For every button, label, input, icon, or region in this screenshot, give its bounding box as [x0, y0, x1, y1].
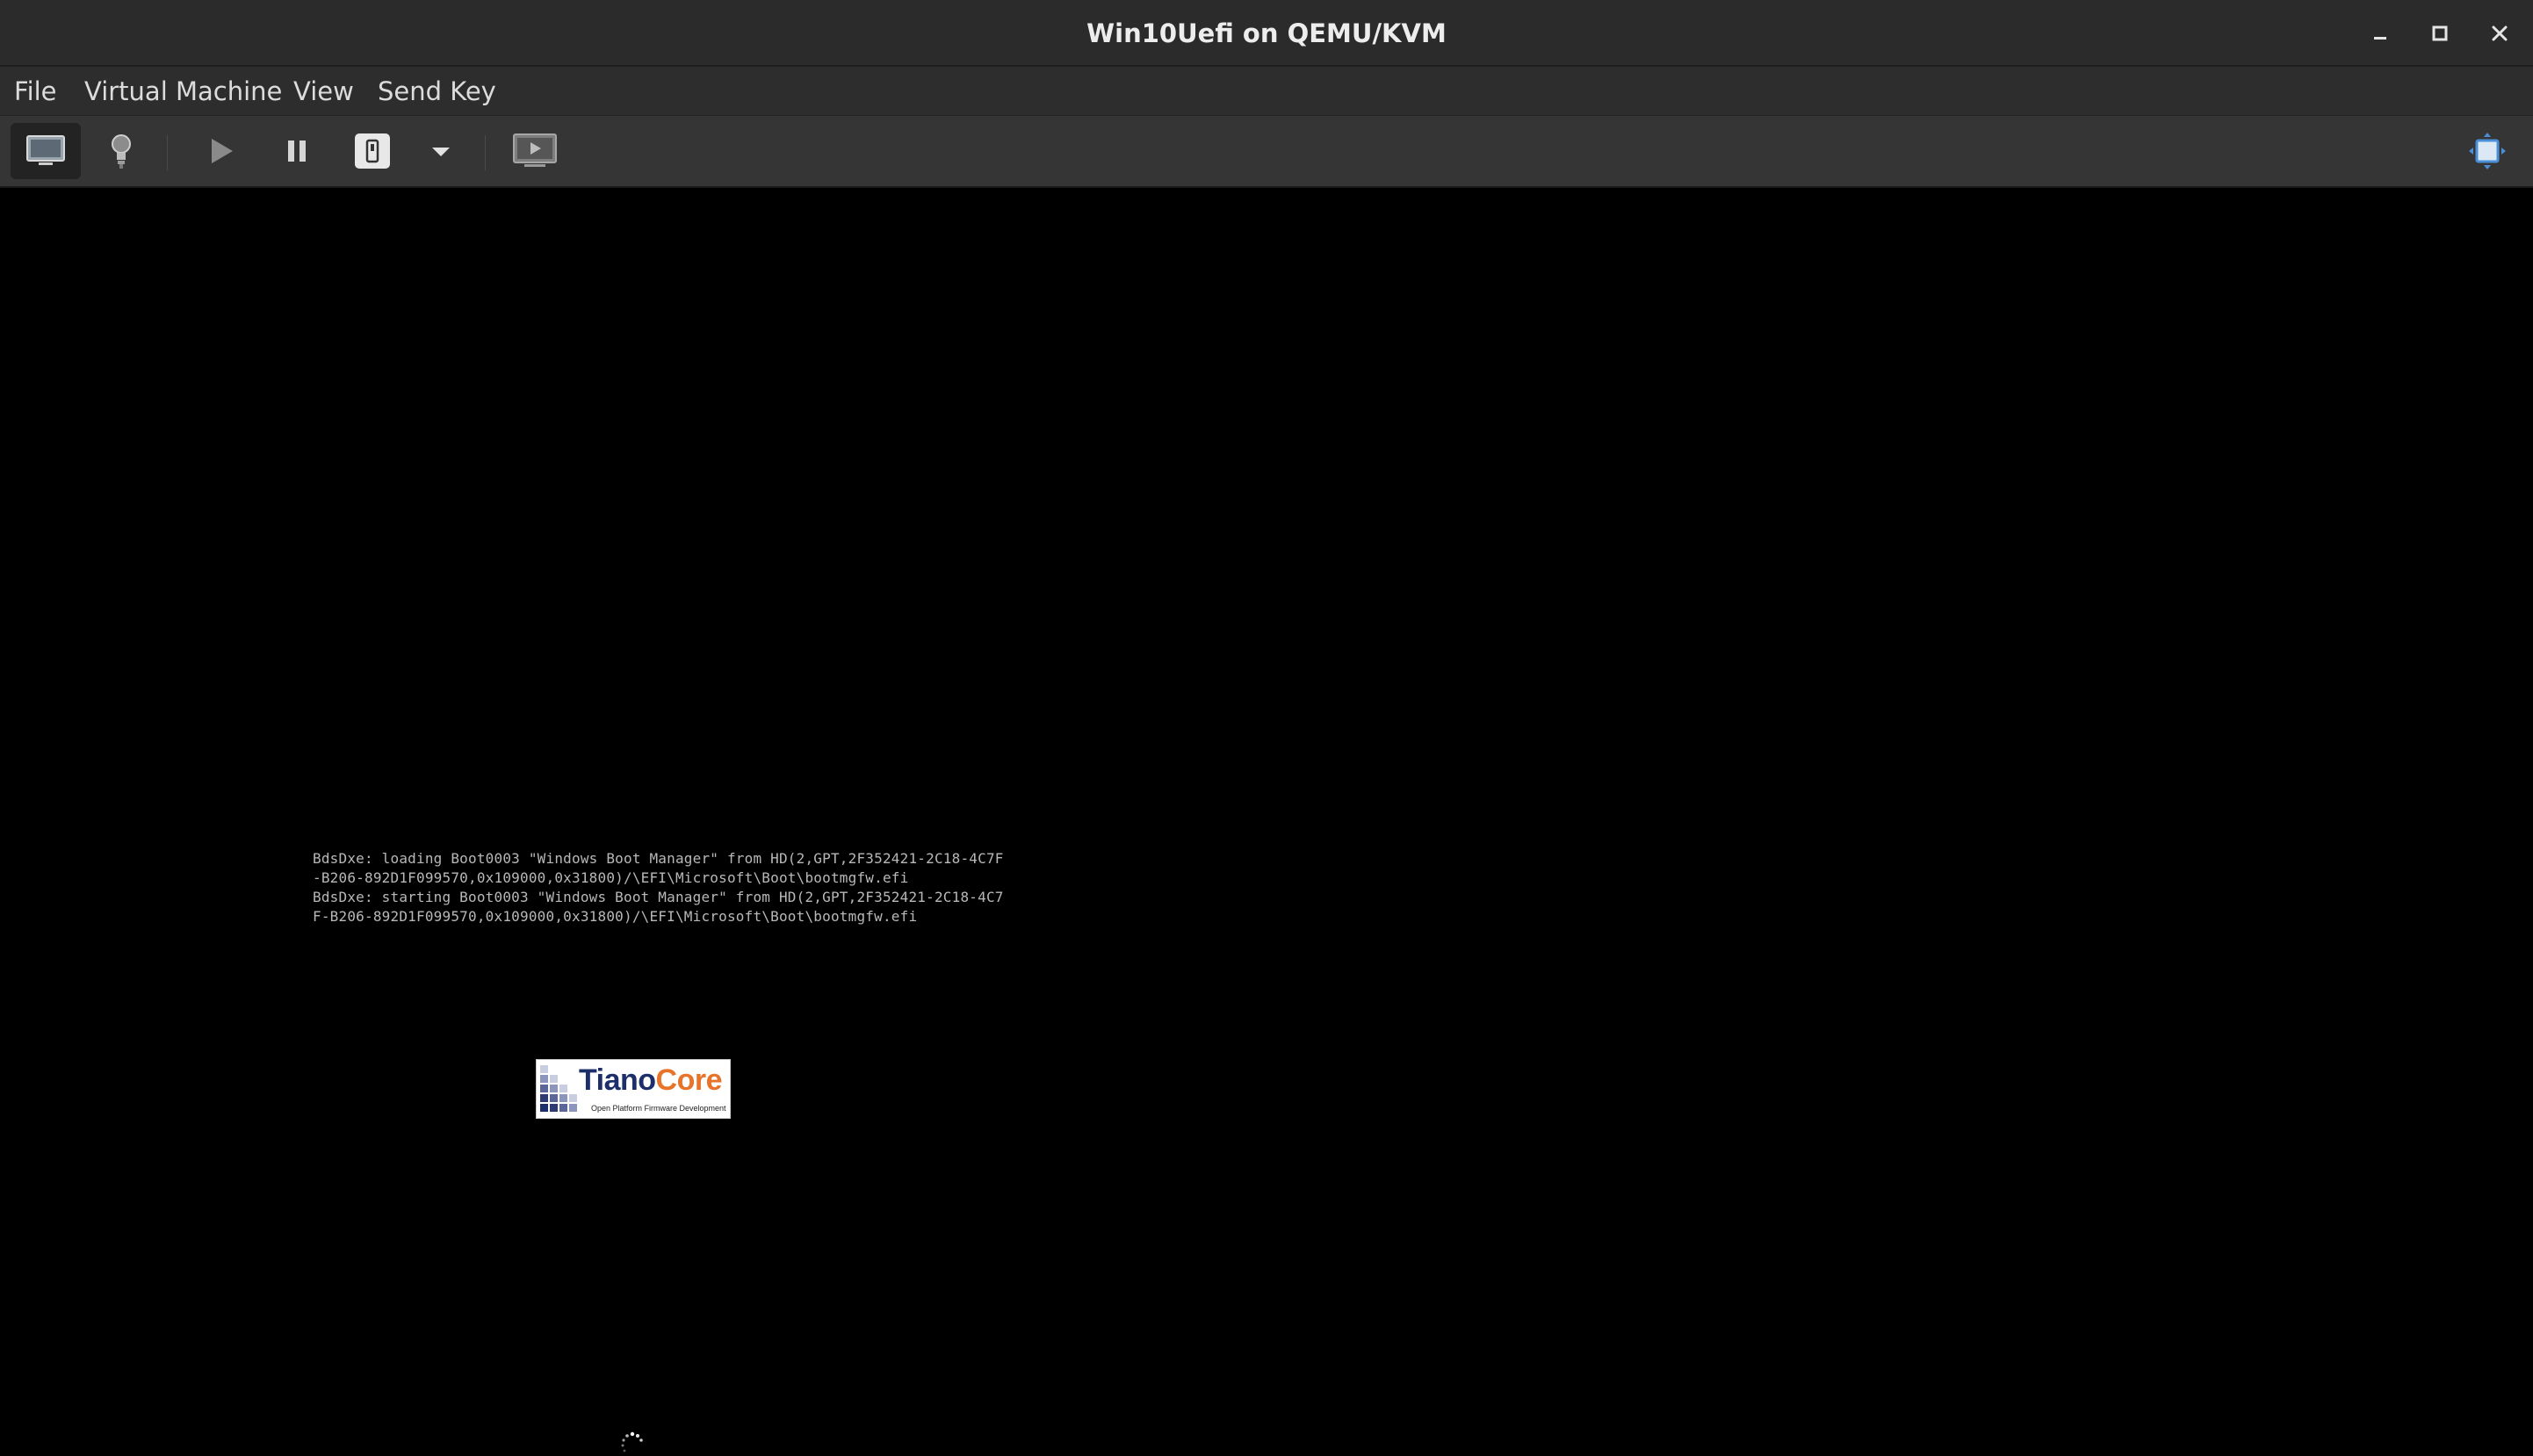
power-icon: [355, 133, 390, 169]
chevron-down-icon: [432, 148, 450, 156]
minimize-button[interactable]: [2359, 12, 2401, 54]
menu-bar: File Virtual Machine View Send Key: [0, 67, 2533, 116]
run-button[interactable]: [195, 123, 248, 179]
snapshot-icon: [513, 133, 557, 167]
play-icon: [212, 139, 233, 163]
pause-icon: [288, 141, 306, 162]
lightbulb-icon: [112, 134, 131, 169]
tianocore-logo: TianoCore Open Platform Firmware Develop…: [536, 1059, 731, 1119]
menu-file[interactable]: File: [14, 67, 57, 116]
loading-spinner-icon: [621, 1431, 643, 1452]
snapshots-button[interactable]: [506, 123, 564, 179]
fullscreen-button[interactable]: [2459, 123, 2515, 179]
logo-wordmark: TianoCore: [579, 1063, 723, 1098]
toolbar-separator: [485, 135, 486, 170]
fullscreen-icon: [2469, 133, 2506, 169]
menu-send-key[interactable]: Send Key: [378, 67, 496, 116]
toolbar: [0, 116, 2533, 188]
console-line: F-B206-892D1F099570,0x109000,0x31800)/\E…: [313, 908, 918, 925]
close-icon: [2492, 25, 2508, 41]
shutdown-button[interactable]: [344, 123, 401, 179]
show-details-button[interactable]: [95, 123, 148, 179]
guest-display[interactable]: BdsDxe: loading Boot0003 "Windows Boot M…: [0, 188, 2533, 1452]
logo-core: Core: [655, 1063, 723, 1097]
logo-tagline: Open Platform Firmware Development: [591, 1104, 726, 1113]
toolbar-separator: [167, 135, 168, 170]
close-button[interactable]: [2479, 12, 2521, 54]
logo-tiano: Tiano: [579, 1063, 656, 1097]
console-line: -B206-892D1F099570,0x109000,0x31800)/\EF…: [313, 869, 909, 886]
console-line: BdsDxe: loading Boot0003 "Windows Boot M…: [313, 850, 1004, 867]
vm-viewer-window: Win10Uefi on QEMU/KVM File Virtual Machi…: [0, 0, 2533, 1452]
pause-button[interactable]: [271, 123, 323, 179]
show-console-button[interactable]: [11, 123, 81, 179]
console-line: BdsDxe: starting Boot0003 "Windows Boot …: [313, 889, 1004, 905]
maximize-button[interactable]: [2419, 12, 2461, 54]
menu-view[interactable]: View: [293, 67, 354, 116]
title-bar[interactable]: Win10Uefi on QEMU/KVM: [0, 0, 2533, 67]
maximize-icon: [2432, 25, 2448, 41]
menu-virtual-machine[interactable]: Virtual Machine: [84, 67, 282, 116]
window-title: Win10Uefi on QEMU/KVM: [1086, 18, 1447, 48]
minimize-icon: [2374, 37, 2386, 40]
shutdown-options-button[interactable]: [418, 123, 464, 179]
monitor-icon: [26, 135, 65, 165]
logo-grid-icon: [540, 1065, 577, 1112]
